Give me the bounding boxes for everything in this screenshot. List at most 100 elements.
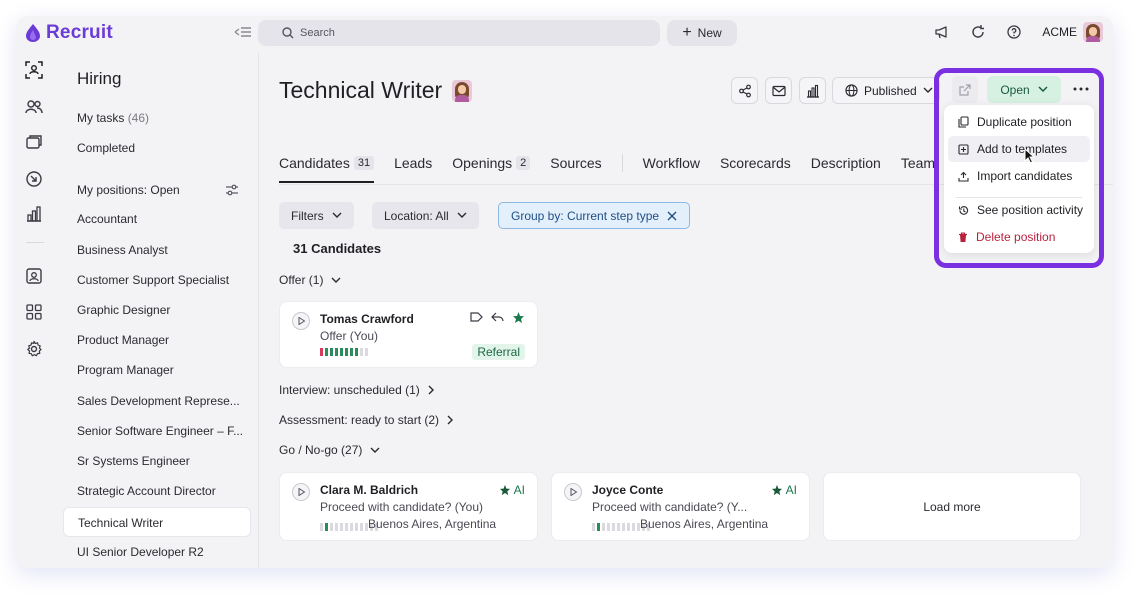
globe-icon <box>845 84 858 97</box>
ai-badge: AI <box>499 483 525 497</box>
candidate-step: Offer (You) <box>320 329 379 343</box>
new-button[interactable]: + New <box>667 20 737 46</box>
tab-label: Workflow <box>642 155 700 171</box>
share-icon <box>738 84 751 97</box>
candidate-card[interactable]: Joyce Conte AI Proceed with candidate? (… <box>551 472 810 541</box>
app-name: Recruit <box>46 22 113 43</box>
play-icon[interactable] <box>564 483 582 501</box>
publish-status-label: Published <box>864 83 917 98</box>
tag-icon[interactable] <box>470 311 483 323</box>
positions-section-header[interactable]: My positions: Open <box>77 183 180 197</box>
position-item[interactable]: Customer Support Specialist <box>77 273 247 287</box>
candidate-card[interactable]: Clara M. Baldrich AI Proceed with candid… <box>279 472 538 541</box>
position-item[interactable]: Program Manager <box>77 363 247 377</box>
tab-workflow[interactable]: Workflow <box>643 154 700 172</box>
location-filter-dropdown[interactable]: Location: All <box>372 202 479 229</box>
search-icon <box>282 27 294 39</box>
play-icon[interactable] <box>292 312 310 330</box>
rail-divider <box>26 242 44 243</box>
position-item[interactable]: Accountant <box>77 212 247 226</box>
megaphone-icon[interactable] <box>934 24 950 40</box>
search-input[interactable]: Search <box>258 20 660 46</box>
chevron-down-icon <box>457 212 467 218</box>
play-icon[interactable] <box>292 483 310 501</box>
reply-icon[interactable] <box>491 311 504 323</box>
position-item[interactable]: Sales Development Represe... <box>77 394 247 408</box>
publish-status-dropdown[interactable]: Published <box>832 77 940 104</box>
close-icon[interactable] <box>667 211 677 221</box>
chevron-down-icon <box>331 277 341 283</box>
position-item[interactable]: Senior Software Engineer – F... <box>77 424 247 438</box>
contact-card-icon[interactable] <box>25 267 43 285</box>
group-label: Interview: unscheduled (1) <box>279 383 420 397</box>
position-item[interactable]: Product Manager <box>77 333 247 347</box>
position-item[interactable]: Sr Systems Engineer <box>77 454 247 468</box>
tab-candidates[interactable]: Candidates 31 <box>279 154 375 183</box>
refresh-icon[interactable] <box>970 24 986 40</box>
tab-leads[interactable]: Leads <box>394 154 432 172</box>
group-by-chip[interactable]: Group by: Current step type <box>498 202 691 229</box>
app-logo[interactable]: Recruit <box>26 22 113 44</box>
star-icon <box>499 484 510 496</box>
candidate-name: Tomas Crawford <box>320 312 414 326</box>
group-header-gonogo[interactable]: Go / No-go (27) <box>279 443 380 457</box>
referral-badge: Referral <box>472 344 525 360</box>
candidate-step: Proceed with candidate? (Y... <box>592 500 748 514</box>
position-item[interactable]: UI Senior Developer R2 <box>77 545 247 559</box>
position-tabs: Candidates 31 Leads Openings 2 Sources W… <box>279 154 984 183</box>
top-actions: ACME <box>934 22 1103 42</box>
candidates-count: 31 Candidates <box>293 241 382 256</box>
position-item[interactable]: Strategic Account Director <box>77 484 247 498</box>
filter-sliders-icon[interactable] <box>225 184 239 196</box>
ai-label: AI <box>513 483 525 497</box>
candidate-card[interactable]: Tomas Crawford Offer (You) Referral <box>279 301 538 368</box>
sidebar: Hiring My tasks (46) Completed My positi… <box>56 53 258 568</box>
card-actions <box>470 311 525 324</box>
task-count: (46) <box>127 111 150 125</box>
group-header-offer[interactable]: Offer (1) <box>279 273 341 287</box>
share-button[interactable] <box>731 77 758 104</box>
position-item[interactable]: Business Analyst <box>77 243 247 257</box>
star-sparkle-icon[interactable] <box>512 311 525 324</box>
target-arrow-icon[interactable] <box>25 170 43 188</box>
tab-sources[interactable]: Sources <box>550 154 601 172</box>
reports-icon[interactable] <box>25 205 43 223</box>
group-header-interview[interactable]: Interview: unscheduled (1) <box>279 383 435 397</box>
sidebar-title: Hiring <box>77 69 122 88</box>
filters-label: Filters <box>291 208 324 223</box>
tab-label: Candidates <box>279 155 350 171</box>
org-switcher[interactable]: ACME <box>1042 22 1103 42</box>
tab-scorecards[interactable]: Scorecards <box>720 154 791 172</box>
sidebar-item-my-tasks[interactable]: My tasks (46) <box>77 111 149 125</box>
owner-avatar[interactable] <box>452 79 473 102</box>
load-more-label: Load more <box>923 499 981 514</box>
tab-description[interactable]: Description <box>811 154 881 172</box>
group-header-assessment[interactable]: Assessment: ready to start (2) <box>279 413 454 427</box>
tab-openings[interactable]: Openings 2 <box>452 154 531 172</box>
progress-meter <box>320 348 368 356</box>
collapse-sidebar-icon[interactable] <box>234 25 252 39</box>
sidebar-item-completed[interactable]: Completed <box>77 141 135 155</box>
settings-gear-icon[interactable] <box>25 340 43 358</box>
star-icon <box>771 484 782 496</box>
filters-dropdown[interactable]: Filters <box>279 202 354 229</box>
email-button[interactable] <box>765 77 792 104</box>
group-label: Offer (1) <box>279 273 324 287</box>
search-placeholder: Search <box>300 27 335 39</box>
tab-label: Description <box>810 155 881 171</box>
tab-team[interactable]: Team <box>901 154 935 172</box>
position-item-active[interactable]: Technical Writer <box>63 507 251 537</box>
position-item[interactable]: Graphic Designer <box>77 303 247 317</box>
help-icon[interactable] <box>1006 24 1022 40</box>
load-more-button[interactable]: Load more <box>823 472 1081 541</box>
apps-grid-icon[interactable] <box>25 303 43 321</box>
new-button-label: New <box>697 26 722 40</box>
hiring-scan-icon[interactable] <box>25 61 43 79</box>
people-icon[interactable] <box>25 98 43 116</box>
group-label: Assessment: ready to start (2) <box>279 413 440 427</box>
plus-icon: + <box>682 24 692 41</box>
group-label: Go / No-go (27) <box>279 443 363 457</box>
stats-button[interactable] <box>799 77 826 104</box>
logo-drop-icon <box>26 24 40 42</box>
folders-icon[interactable] <box>25 133 43 151</box>
